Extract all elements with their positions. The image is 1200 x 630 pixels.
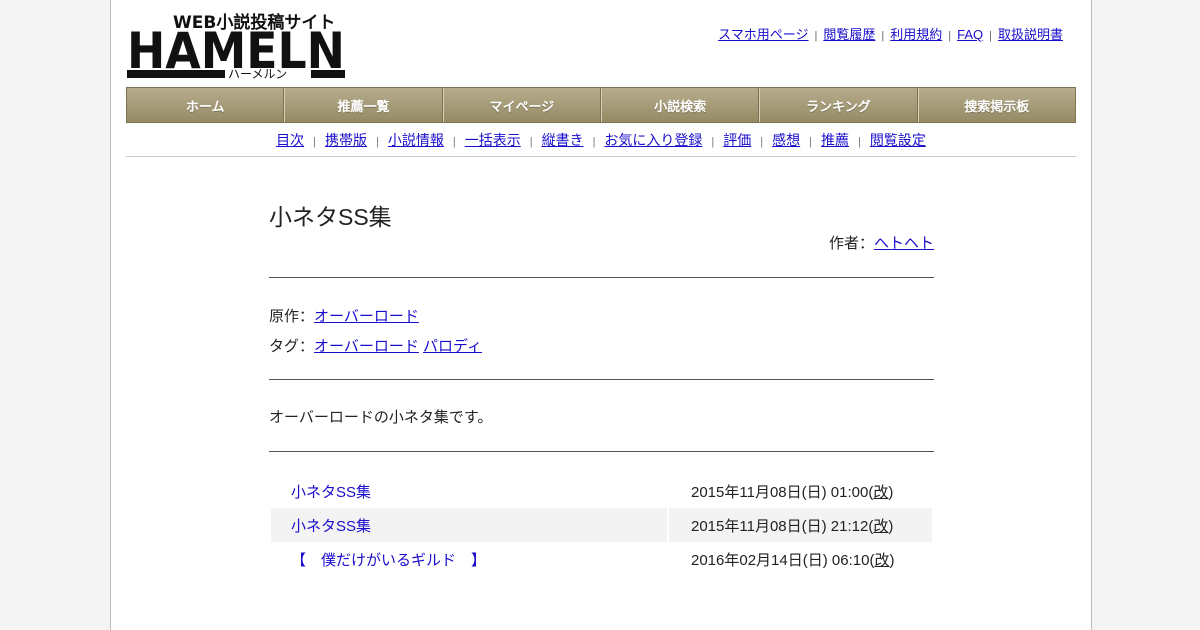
subnav-rate[interactable]: 評価	[723, 132, 751, 148]
top-link-manual[interactable]: 取扱説明書	[998, 27, 1063, 42]
chapter-title-cell: 小ネタSS集	[271, 508, 668, 542]
subnav-show-all[interactable]: 一括表示	[465, 132, 521, 148]
chapter-row: 小ネタSS集 2015年11月08日(日) 01:00(改)	[271, 474, 932, 508]
sub-nav: 目次 | 携帯版 | 小説情報 | 一括表示 | 縦書き | お気に入り登録 | 評価 | 感想 | 推薦 | 閲覧…	[126, 130, 1076, 150]
separator: |	[948, 30, 952, 42]
top-link-faq[interactable]: FAQ	[957, 27, 983, 42]
chapter-list: 小ネタSS集 2015年11月08日(日) 01:00(改) 小ネタSS集 20…	[271, 474, 932, 576]
divider	[269, 379, 934, 380]
chapter-date-cell: 2015年11月08日(日) 01:00(改)	[667, 474, 932, 508]
tag-label: タグ：	[269, 338, 315, 355]
nav-search-board[interactable]: 捜索掲示板	[917, 88, 1075, 122]
hameln-logo[interactable]: WEB小説投稿サイト HAMELN ハーメルン	[127, 10, 345, 81]
divider	[269, 451, 934, 452]
author-link[interactable]: ヘトヘト	[874, 235, 934, 252]
separator: |	[313, 136, 316, 148]
original-work-link[interactable]: オーバーロード	[314, 308, 419, 325]
separator: |	[809, 136, 812, 148]
novel-description: オーバーロードの小ネタ集です。	[269, 409, 493, 426]
original-label: 原作：	[269, 308, 315, 325]
chapter-row: 小ネタSS集 2015年11月08日(日) 21:12(改)	[271, 508, 932, 542]
subnav-favorite[interactable]: お気に入り登録	[604, 132, 702, 148]
chapter-date-cell: 2016年02月14日(日) 06:10(改)	[667, 542, 932, 576]
main-nav: ホーム 推薦一覧 マイページ 小説検索 ランキング 捜索掲示板	[126, 87, 1076, 123]
original-work-line: 原作：オーバーロード	[269, 305, 419, 326]
nav-mypage[interactable]: マイページ	[442, 88, 601, 122]
subnav-novel-info[interactable]: 小説情報	[388, 132, 444, 148]
separator: |	[711, 136, 715, 148]
logo-kana: ハーメルン	[228, 67, 287, 80]
subnav-vertical[interactable]: 縦書き	[542, 132, 584, 148]
tag-link[interactable]: オーバーロード	[314, 338, 419, 355]
divider	[269, 277, 934, 278]
nav-recommend-list[interactable]: 推薦一覧	[284, 88, 443, 122]
top-links: スマホ用ページ | 閲覧履歴 | 利用規約 | FAQ | 取扱説明書	[718, 24, 1063, 43]
tags-line: タグ：オーバーロード パロディ	[269, 335, 482, 356]
chapter-link[interactable]: 小ネタSS集	[291, 484, 371, 501]
top-link-smartphone[interactable]: スマホ用ページ	[718, 27, 808, 42]
subnav-comments[interactable]: 感想	[772, 132, 800, 148]
chapter-link[interactable]: 【 僕だけがいるギルド 】	[291, 552, 486, 569]
tag-link[interactable]: パロディ	[423, 338, 482, 355]
separator: |	[452, 136, 456, 148]
revision-link[interactable]: 改	[874, 552, 889, 569]
author-line: 作者：ヘトヘト	[829, 232, 934, 253]
chapter-date: 2015年11月08日(日) 21:12	[691, 517, 869, 535]
nav-novel-search[interactable]: 小説検索	[600, 88, 760, 122]
separator: |	[529, 136, 533, 148]
separator: |	[881, 30, 885, 42]
chapter-title-cell: 小ネタSS集	[271, 474, 668, 508]
chapter-title-cell: 【 僕だけがいるギルド 】	[271, 542, 668, 576]
author-label: 作者：	[828, 235, 874, 252]
nav-ranking[interactable]: ランキング	[759, 88, 918, 122]
subnav-toc[interactable]: 目次	[276, 132, 304, 148]
top-link-history[interactable]: 閲覧履歴	[823, 27, 875, 42]
chapter-row: 【 僕だけがいるギルド 】 2016年02月14日(日) 06:10(改)	[271, 542, 932, 576]
divider	[126, 156, 1076, 157]
top-link-terms[interactable]: 利用規約	[890, 27, 942, 42]
separator: |	[858, 136, 861, 148]
subnav-mobile[interactable]: 携帯版	[325, 132, 367, 148]
separator: |	[760, 136, 764, 148]
chapter-date-cell: 2015年11月08日(日) 21:12(改)	[667, 508, 932, 542]
separator: |	[375, 136, 379, 148]
separator: |	[592, 136, 596, 148]
subnav-view-settings[interactable]: 閲覧設定	[870, 132, 926, 148]
revision-link[interactable]: 改	[873, 518, 888, 535]
chapter-link[interactable]: 小ネタSS集	[291, 518, 371, 535]
chapter-date: 2015年11月08日(日) 01:00	[691, 483, 869, 501]
subnav-recommend[interactable]: 推薦	[821, 132, 849, 148]
page: WEB小説投稿サイト HAMELN ハーメルン スマホ用ページ | 閲覧履歴 | 利用規…	[110, 0, 1092, 630]
separator: |	[989, 30, 992, 42]
nav-home[interactable]: ホーム	[127, 88, 285, 122]
chapter-date: 2016年02月14日(日) 06:10	[691, 551, 870, 569]
separator: |	[814, 30, 818, 42]
novel-title: 小ネタSS集	[269, 204, 392, 230]
revision-link[interactable]: 改	[873, 484, 888, 501]
